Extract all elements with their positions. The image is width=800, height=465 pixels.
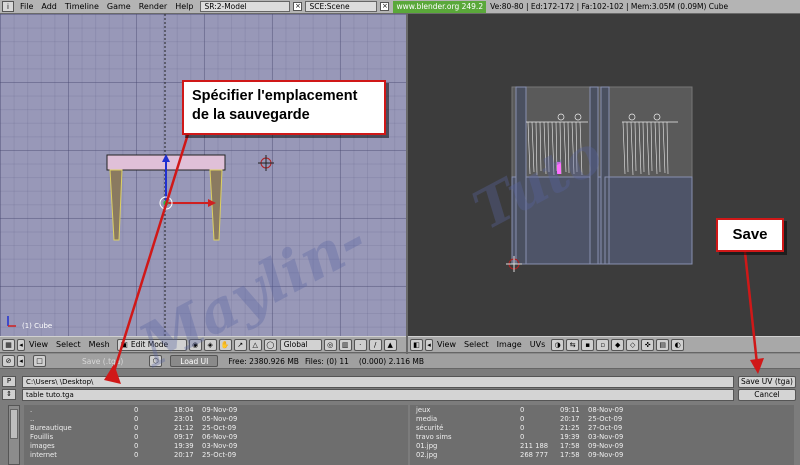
save-arrowhead — [750, 358, 764, 374]
location-callout-text: Spécifier l'emplacement de la sauvegarde — [192, 88, 358, 123]
save-arrow-line — [743, 251, 759, 365]
annotation-arrows — [104, 133, 764, 384]
location-arrow-line — [110, 133, 190, 379]
location-callout: Spécifier l'emplacement de la sauvegarde — [182, 80, 386, 135]
save-callout: Save — [716, 218, 784, 252]
location-arrowhead — [104, 364, 121, 384]
save-callout-text: Save — [732, 226, 768, 243]
